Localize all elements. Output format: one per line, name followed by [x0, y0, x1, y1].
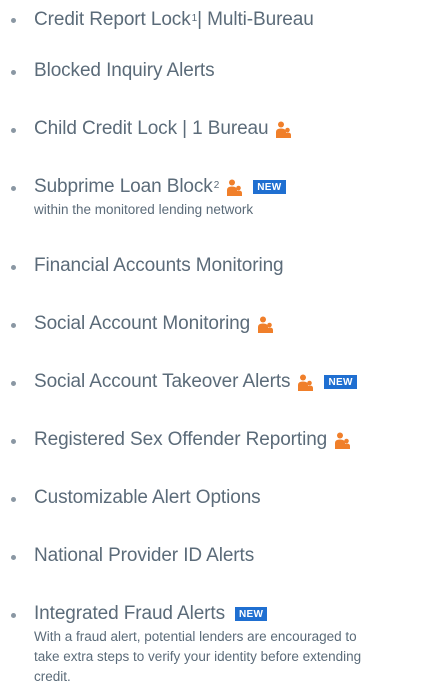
new-badge: NEW: [234, 607, 268, 621]
feature-description: With a fraud alert, potential lenders ar…: [34, 629, 362, 684]
feature-label: Social Account Takeover Alerts: [34, 371, 291, 392]
feature-label: Child Credit Lock | 1 Bureau: [34, 118, 269, 139]
bullet-icon: [11, 323, 16, 328]
bullet-icon: [11, 555, 16, 560]
feature-description: within the monitored lending network: [34, 202, 254, 217]
family-icon: [227, 179, 243, 196]
family-icon: [276, 121, 292, 138]
feature-label: Registered Sex Offender Reporting: [34, 429, 328, 450]
bullet-icon: [11, 265, 16, 270]
feature-label: Subprime Loan Block: [34, 176, 213, 197]
feature-label: Integrated Fraud Alerts: [34, 603, 225, 624]
family-icon: [298, 374, 314, 391]
feature-label: National Provider ID Alerts: [34, 545, 255, 566]
new-badge: NEW: [324, 375, 357, 389]
bullet-icon: [11, 497, 16, 502]
bullet-icon: [11, 70, 16, 75]
feature-label: Credit Report Lock: [34, 9, 191, 30]
bullet-icon: [11, 439, 16, 444]
feature-label: Social Account Monitoring: [34, 313, 251, 334]
bullet-icon: [11, 381, 16, 386]
bullet-icon: [11, 613, 16, 618]
feature-label: Customizable Alert Options: [34, 487, 261, 508]
feature-label: Blocked Inquiry Alerts: [34, 60, 215, 81]
bullet-icon: [11, 186, 16, 191]
bullet-icon: [11, 18, 16, 23]
family-icon: [335, 432, 351, 449]
new-badge: NEW: [253, 180, 286, 194]
family-icon: [258, 316, 274, 333]
feature-label-suffix: | Multi-Bureau: [197, 9, 314, 30]
bullet-icon: [11, 128, 16, 133]
feature-label: Financial Accounts Monitoring: [34, 255, 284, 276]
